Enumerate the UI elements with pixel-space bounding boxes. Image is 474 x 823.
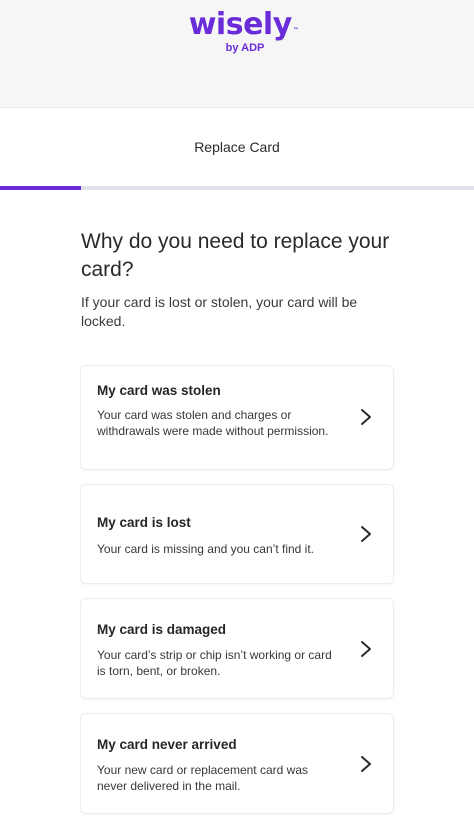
logo-wordmark: wisely™ [188, 7, 299, 42]
logo-trademark: ™ [292, 27, 299, 34]
option-description: Your new card or replacement card was ne… [97, 763, 308, 793]
question-heading: Why do you need to replace your card? [81, 230, 390, 281]
option-title: My card was stolen [97, 383, 221, 398]
progress-bar [0, 186, 474, 190]
app-header: wisely™ by ADP [0, 0, 474, 108]
chevron-right-icon [361, 641, 371, 657]
option-description: Your card is missing and you can’t find … [97, 542, 315, 556]
option-card-damaged[interactable]: My card is damaged Your card’s strip or … [80, 598, 394, 699]
option-title: My card never arrived [97, 737, 237, 752]
question-subtext: If your card is lost or stolen, your car… [81, 294, 358, 329]
option-description: Your card’s strip or chip isn’t working … [97, 648, 332, 678]
option-description: Your card was stolen and charges or with… [97, 408, 329, 438]
logo-word-text: wisely [188, 7, 293, 42]
option-title: My card is lost [97, 515, 191, 530]
chevron-right-icon [361, 756, 371, 772]
chevron-right-icon [361, 409, 371, 425]
chevron-right-icon [361, 526, 371, 542]
progress-bar-fill [0, 186, 81, 190]
option-card-stolen[interactable]: My card was stolen Your card was stolen … [80, 365, 394, 470]
page-title: Replace Card [194, 139, 280, 155]
logo-byline: by ADP [225, 42, 265, 54]
wisely-logo[interactable]: wisely™ by ADP [0, 7, 474, 55]
option-title: My card is damaged [97, 622, 227, 637]
option-card-never-arrived[interactable]: My card never arrived Your new card or r… [80, 713, 394, 814]
option-card-lost[interactable]: My card is lost Your card is missing and… [80, 484, 394, 584]
